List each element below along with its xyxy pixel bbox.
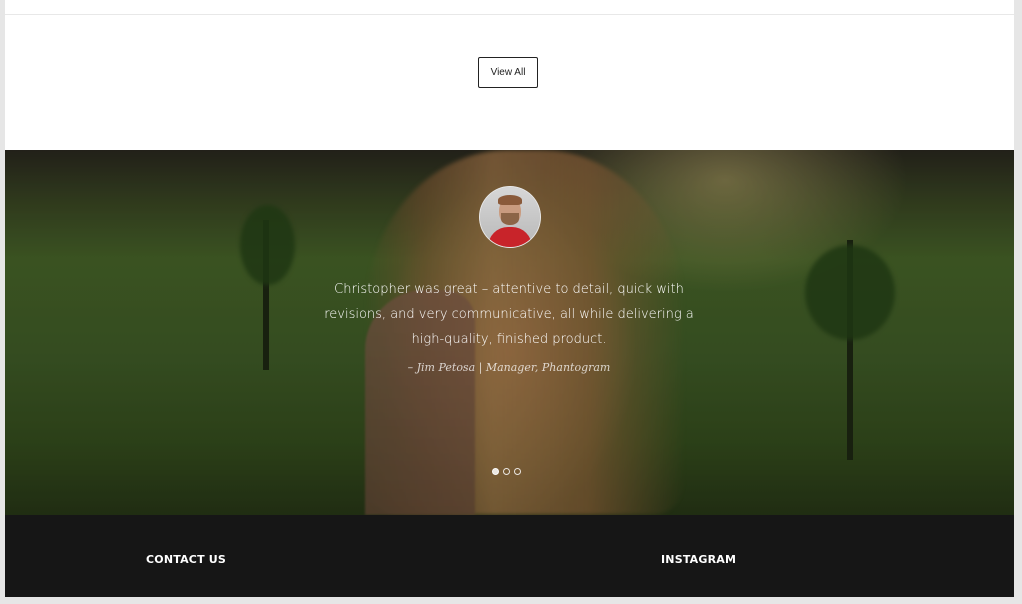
slider-pagination: [492, 468, 521, 475]
footer-instagram-heading: INSTAGRAM: [661, 553, 737, 566]
footer-contact-heading: CONTACT US: [146, 553, 227, 566]
section-divider: [5, 14, 1014, 15]
slider-dot-1[interactable]: [492, 468, 499, 475]
testimonial-avatar: [479, 186, 541, 248]
slider-dot-3[interactable]: [514, 468, 521, 475]
testimonial-section: Christopher was great – attentive to det…: [5, 150, 1014, 515]
footer: CONTACT US INSTAGRAM: [5, 515, 1014, 597]
page-frame: View All Christopher was great – attenti…: [5, 0, 1014, 597]
testimonial-quote: Christopher was great – attentive to det…: [324, 282, 694, 347]
slider-dot-2[interactable]: [503, 468, 510, 475]
view-all-button[interactable]: View All: [478, 57, 538, 88]
testimonial-citation: – Jim Petosa | Manager, Phantogram: [407, 361, 611, 374]
